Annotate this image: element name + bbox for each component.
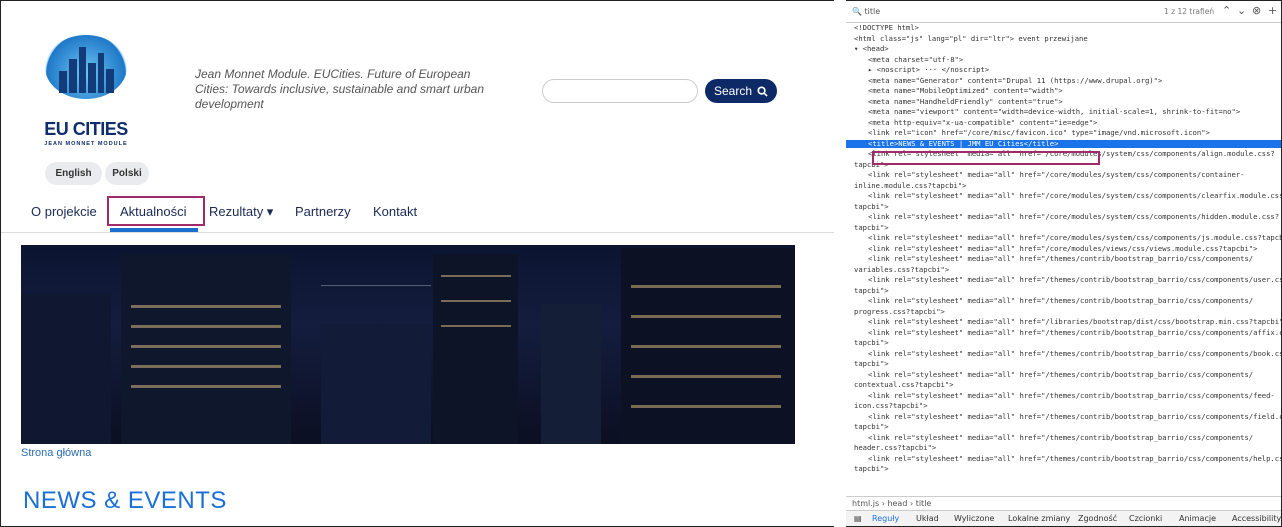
tab-reguly[interactable]: Reguły <box>872 514 899 523</box>
source-line[interactable]: <link rel="icon" href="/core/misc/favico… <box>846 129 1210 137</box>
source-line[interactable]: <link rel="stylesheet" media="all" href=… <box>846 213 1279 221</box>
source-line[interactable]: <link rel="stylesheet" media="all" href=… <box>846 192 1281 200</box>
source-line[interactable]: tapcbi"> <box>846 423 889 431</box>
source-line[interactable]: <meta charset="utf-8"> <box>846 55 963 64</box>
source-line[interactable]: tapcbi"> <box>846 202 889 211</box>
tab-uklad[interactable]: Układ <box>916 514 939 523</box>
source-line[interactable]: <link rel="stylesheet" media="all" href=… <box>846 391 1275 400</box>
nav-item-rezultaty[interactable]: Rezultaty ▾ <box>209 204 273 220</box>
source-line[interactable]: <meta name="HandheldFriendly" content="t… <box>846 97 1063 106</box>
source-line[interactable]: <link rel="stylesheet" media="all" href=… <box>846 234 1281 242</box>
annotation-box-nav <box>107 196 205 226</box>
source-line[interactable]: ▾ <head> <box>846 45 889 53</box>
tab-czcionki[interactable]: Czcionki <box>1129 514 1162 523</box>
devtools-panel: 🔍 title 1 z 12 trafień ⌃ ⌄ ⊗ + <!DOCTYPE… <box>846 1 1281 526</box>
language-polski-button[interactable]: Polski <box>105 162 149 185</box>
search-button[interactable]: Search <box>705 79 777 103</box>
source-line[interactable]: header.css?tapcbi"> <box>846 444 936 452</box>
selected-title-node[interactable]: <title>NEWS & EVENTS | JMM EU Cities</ti… <box>846 139 1281 148</box>
source-line[interactable]: <meta http-equiv="x-ua-compatible" conte… <box>846 118 1097 127</box>
site-tagline: Jean Monnet Module. EUCities. Future of … <box>195 67 485 111</box>
pane-divider <box>834 0 846 527</box>
logo-subtitle: JEAN MONNET MODULE <box>44 141 128 147</box>
search-button-label: Search <box>713 84 753 98</box>
nav-item-kontakt[interactable]: Kontakt <box>373 204 417 219</box>
source-line[interactable]: tapcbi"> <box>846 339 889 347</box>
nav-divider <box>1 232 834 233</box>
source-line[interactable]: ▸ <noscript> ··· </noscript> <box>846 66 989 74</box>
source-line[interactable]: tapcbi"> <box>846 465 889 473</box>
tab-zgodnosc[interactable]: Zgodność <box>1078 514 1117 523</box>
nav-item-o-projekcie[interactable]: O projekcie <box>31 204 97 219</box>
source-line[interactable]: tapcbi"> <box>846 360 889 368</box>
source-line[interactable]: <link rel="stylesheet" media="all" href=… <box>846 370 1253 379</box>
source-line[interactable]: progress.css?tapcbi"> <box>846 307 945 316</box>
logo-title: EU CITIES <box>44 119 128 139</box>
source-line[interactable]: <link rel="stylesheet" media="all" href=… <box>846 412 1281 421</box>
source-line[interactable]: <link rel="stylesheet" media="all" href=… <box>846 171 1244 179</box>
search-icon <box>757 85 768 97</box>
next-match-icon[interactable]: ⌄ <box>1237 4 1246 17</box>
search-match-count: 1 z 12 trafień <box>1164 7 1215 16</box>
tab-wyliczone[interactable]: Wyliczone <box>954 514 994 523</box>
source-line[interactable]: <meta name="MobileOptimized" content="wi… <box>846 87 1063 95</box>
previous-match-icon[interactable]: ⌃ <box>1222 4 1231 17</box>
source-line[interactable]: <link rel="stylesheet" media="all" href=… <box>846 318 1281 326</box>
tab-animacje[interactable]: Animacje <box>1179 514 1216 523</box>
tab-accessibility[interactable]: Accessibility Ch <box>1232 514 1281 523</box>
annotation-box-title <box>872 151 1100 165</box>
layout-toggle-icon[interactable]: ▤ <box>854 514 862 523</box>
add-icon[interactable]: + <box>1268 4 1277 17</box>
source-line[interactable]: contextual.css?tapcbi"> <box>846 381 954 389</box>
devtools-tabs: ▤ Reguły Układ Wyliczone Lokalne zmiany … <box>846 510 1281 526</box>
source-line[interactable]: <link rel="stylesheet" media="all" href=… <box>846 244 1257 253</box>
source-line[interactable]: <link rel="stylesheet" media="all" href=… <box>846 255 1253 263</box>
website-viewport: EU CITIES JEAN MONNET MODULE Jean Monnet… <box>1 1 834 526</box>
devtools-search-bar: 🔍 title 1 z 12 trafień ⌃ ⌄ ⊗ + <box>846 1 1281 23</box>
source-line[interactable]: <meta name="viewport" content="width=dev… <box>846 108 1240 116</box>
source-line[interactable]: tapcbi"> <box>846 223 889 232</box>
source-line[interactable]: <link rel="stylesheet" media="all" href=… <box>846 328 1281 337</box>
source-line[interactable]: icon.css?tapcbi"> <box>846 402 928 410</box>
source-line[interactable]: <link rel="stylesheet" media="all" href=… <box>846 276 1281 284</box>
source-line[interactable]: <!DOCTYPE html> <box>846 24 919 32</box>
source-line[interactable]: <meta name="Generator" content="Drupal 1… <box>846 76 1162 85</box>
source-line[interactable]: <html class="js" lang="pl" dir="ltr"> ev… <box>846 34 1088 43</box>
source-line[interactable]: variables.css?tapcbi"> <box>846 265 949 274</box>
devtools-search-field[interactable]: 🔍 title <box>852 7 880 16</box>
eu-cities-logo[interactable] <box>45 35 127 99</box>
breadcrumb-home-link[interactable]: Strona główna <box>21 447 91 459</box>
language-english-button[interactable]: English <box>45 162 102 185</box>
nav-item-partnerzy[interactable]: Partnerzy <box>295 204 351 219</box>
source-line[interactable]: <link rel="stylesheet" media="all" href=… <box>846 454 1281 463</box>
search-input[interactable] <box>542 79 698 103</box>
source-line[interactable]: <link rel="stylesheet" media="all" href=… <box>846 349 1281 358</box>
source-line[interactable]: <link rel="stylesheet" media="all" href=… <box>846 433 1253 442</box>
source-line[interactable]: <link rel="stylesheet" media="all" href=… <box>846 297 1253 305</box>
devtools-search-query: title <box>864 7 881 16</box>
tab-lokalne-zmiany[interactable]: Lokalne zmiany <box>1008 514 1070 523</box>
page-title: NEWS & EVENTS <box>23 487 227 514</box>
clear-search-icon[interactable]: ⊗ <box>1252 4 1261 17</box>
source-line[interactable]: inline.module.css?tapcbi"> <box>846 181 967 190</box>
source-line[interactable]: tapcbi"> <box>846 286 889 295</box>
devtools-breadcrumb: html.js › head › title <box>846 496 1281 510</box>
city-night-banner-image <box>21 245 795 444</box>
